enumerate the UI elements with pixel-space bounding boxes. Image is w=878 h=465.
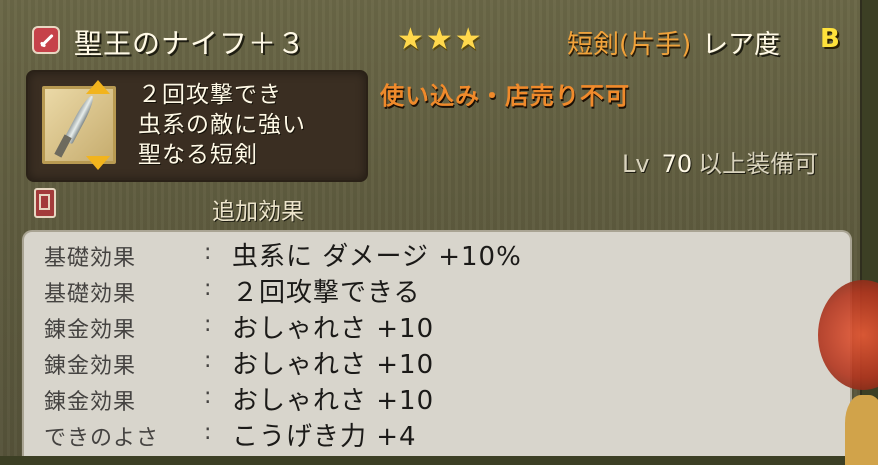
item-description-text: ２回攻撃でき 虫系の敵に強い 聖なる短剣 [138,80,306,170]
description-line: 虫系の敵に強い [138,112,306,138]
scroll-up-arrow-icon[interactable] [86,80,110,94]
background-scenery-decoration [845,395,878,465]
extra-effects-label: 追加効果 [212,199,304,225]
dagger-icon [32,26,60,54]
effect-key: できのよさ [44,426,160,451]
description-line: ２回攻撃でき [138,82,282,108]
effect-value: おしゃれさ +10 [232,350,435,380]
knife-handle [54,134,72,158]
effect-colon: : [204,384,212,409]
effect-key: 基礎効果 [44,246,137,271]
rarity-label: レア度 [702,30,781,60]
effect-colon: : [204,420,212,445]
effect-key: 錬金効果 [44,318,137,343]
effect-colon: : [204,348,212,373]
quality-stars: ★★★ [397,22,484,57]
weapon-type-label: 短剣(片手) [567,30,692,60]
effect-key: 錬金効果 [44,354,137,379]
description-line: 聖なる短剣 [138,142,258,168]
item-title-bar: 聖王のナイフ＋３ ★★★ 短剣(片手) レア度 B [22,20,852,64]
item-name: 聖王のナイフ＋３ [74,27,307,60]
rarity-grade: B [820,24,840,54]
level-value: 70 [661,150,693,178]
scroll-down-arrow-icon[interactable] [86,156,110,170]
level-suffix: 以上装備可 [698,150,819,178]
item-description-box: ２回攻撃でき 虫系の敵に強い 聖なる短剣 [26,70,368,182]
effect-value: ２回攻撃できる [232,278,421,308]
effect-value: おしゃれさ +10 [232,386,435,416]
effect-value: おしゃれさ +10 [232,314,435,344]
effect-key: 錬金効果 [44,390,137,415]
level-requirement: Lv 70 以上装備可 [622,144,818,179]
level-prefix: Lv [622,150,650,178]
effect-colon: : [204,276,212,301]
effect-value: 虫系に ダメージ +10% [232,242,522,272]
knife-item-icon[interactable] [42,80,116,170]
effect-value: こうげき力 +4 [232,422,417,452]
effect-colon: : [204,240,212,265]
book-icon [34,188,56,218]
effect-colon: : [204,312,212,337]
effects-list: 基礎効果 : 虫系に ダメージ +10% 基礎効果 : ２回攻撃できる 錬金効果… [22,230,852,456]
effect-key: 基礎効果 [44,282,137,307]
trade-restriction-warning: 使い込み・店売り不可 [380,82,630,110]
item-detail-panel: 聖王のナイフ＋３ ★★★ 短剣(片手) レア度 B ２回攻撃でき 虫系の敵に強い… [0,0,862,456]
